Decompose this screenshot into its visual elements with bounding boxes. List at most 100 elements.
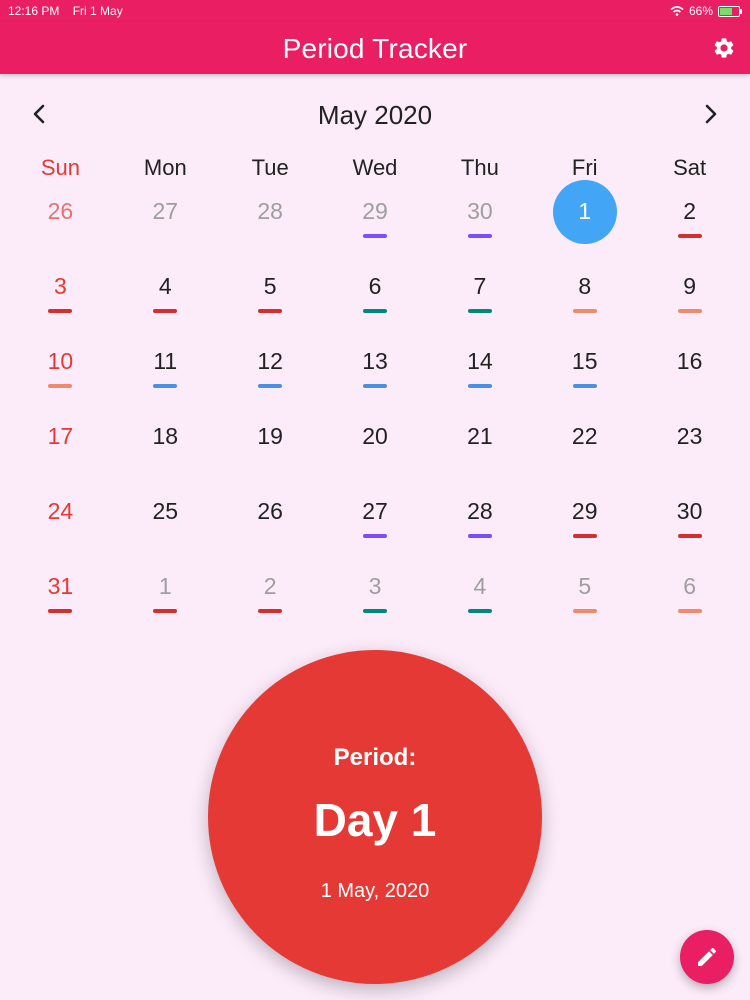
calendar-day[interactable]: 4	[427, 563, 532, 638]
day-number: 28	[257, 198, 283, 224]
calendar-week: 10 11 12 13 14 15 16	[8, 338, 742, 413]
calendar-day[interactable]: 29	[323, 188, 428, 263]
calendar-day[interactable]: 2	[637, 188, 742, 263]
calendar-day[interactable]: 5	[532, 563, 637, 638]
day-marker-purple	[363, 234, 387, 238]
calendar-day[interactable]: 3	[323, 563, 428, 638]
calendar-day[interactable]: 31	[8, 563, 113, 638]
day-marker-orange	[572, 309, 597, 313]
day-marker-blue	[258, 384, 283, 388]
calendar-day[interactable]: 2	[218, 563, 323, 638]
calendar-day[interactable]: 13	[323, 338, 428, 413]
weekday-sat: Sat	[673, 155, 707, 180]
day-marker-blue	[153, 384, 178, 388]
calendar-day[interactable]: 25	[113, 488, 218, 563]
calendar-day[interactable]: 10	[8, 338, 113, 413]
calendar-day[interactable]: 28	[218, 188, 323, 263]
period-label: Period:	[333, 744, 417, 771]
calendar-day[interactable]: 14	[427, 338, 532, 413]
day-marker-purple	[467, 234, 492, 238]
calendar-day[interactable]: 28	[427, 488, 532, 563]
day-number: 29	[362, 198, 388, 224]
day-number: 17	[47, 423, 74, 449]
day-number: 4	[158, 273, 172, 299]
day-number: 3	[368, 573, 382, 599]
day-marker-red	[258, 309, 283, 313]
calendar-day[interactable]: 30	[637, 488, 742, 563]
month-header: May 2020	[0, 96, 750, 136]
day-number: 1	[578, 198, 592, 224]
calendar-day[interactable]: 23	[637, 413, 742, 488]
calendar-day[interactable]: 19	[218, 413, 323, 488]
calendar-day[interactable]: 21	[427, 413, 532, 488]
pencil-icon	[698, 947, 717, 966]
calendar-day[interactable]: 26	[8, 188, 113, 263]
day-number: 6	[368, 273, 382, 299]
day-number: 5	[578, 573, 592, 599]
calendar-day[interactable]: 20	[323, 413, 428, 488]
calendar-day[interactable]: 16	[637, 338, 742, 413]
day-number: 26	[47, 198, 74, 224]
calendar-day-selected[interactable]: 1	[532, 180, 637, 263]
calendar-day[interactable]: 18	[113, 413, 218, 488]
day-number: 30	[467, 198, 493, 224]
calendar-week: 24 25 26 27 28 29 30	[8, 488, 742, 563]
chevron-right-icon[interactable]	[698, 102, 722, 126]
calendar-day[interactable]: 29	[532, 488, 637, 563]
calendar-day[interactable]: 5	[218, 263, 323, 338]
calendar-day[interactable]: 30	[427, 188, 532, 263]
calendar-week: 31 1 2 3 4 5 6	[8, 563, 742, 638]
day-number: 29	[571, 498, 598, 524]
weekday-tue: Tue	[251, 155, 289, 180]
weekday-wed: Wed	[352, 155, 398, 180]
calendar-day[interactable]: 7	[427, 263, 532, 338]
day-marker-orange	[677, 609, 702, 613]
day-number: 1	[158, 573, 172, 599]
day-number: 18	[152, 423, 179, 449]
day-marker-purple	[467, 534, 492, 538]
calendar-day[interactable]: 8	[532, 263, 637, 338]
period-status-circle: Period: Day 1 1 May, 2020	[208, 650, 542, 984]
day-number: 16	[676, 348, 703, 374]
calendar-day[interactable]: 26	[218, 488, 323, 563]
day-number: 7	[473, 273, 487, 299]
day-marker-green	[363, 609, 387, 613]
day-marker-purple	[363, 534, 387, 538]
calendar-day[interactable]: 9	[637, 263, 742, 338]
status-time: 12:16 PM	[8, 4, 60, 18]
day-number: 28	[467, 498, 493, 524]
calendar-day[interactable]: 27	[323, 488, 428, 563]
day-number: 27	[362, 498, 388, 524]
calendar-day[interactable]: 22	[532, 413, 637, 488]
day-marker-orange	[48, 384, 73, 388]
calendar-day[interactable]: 4	[113, 263, 218, 338]
day-marker-blue	[363, 384, 387, 388]
calendar-day[interactable]: 15	[532, 338, 637, 413]
calendar-day[interactable]: 24	[8, 488, 113, 563]
day-number: 8	[578, 273, 592, 299]
day-marker-blue	[467, 384, 492, 388]
calendar-day[interactable]: 1	[113, 563, 218, 638]
day-marker-blue	[572, 384, 597, 388]
day-marker-red	[677, 534, 702, 538]
status-right: 66%	[670, 4, 742, 18]
app-title: Period Tracker	[282, 33, 468, 64]
calendar-day[interactable]: 27	[113, 188, 218, 263]
calendar-day[interactable]: 6	[637, 563, 742, 638]
day-number: 26	[257, 498, 283, 524]
edit-button[interactable]	[680, 930, 734, 984]
status-left: 12:16 PM Fri 1 May	[8, 4, 123, 18]
battery-icon	[718, 5, 742, 17]
gear-icon[interactable]	[712, 36, 736, 60]
day-number: 3	[54, 273, 67, 299]
day-number: 14	[467, 348, 493, 374]
calendar-day[interactable]: 3	[8, 263, 113, 338]
status-date: Fri 1 May	[72, 4, 123, 18]
day-marker-green	[467, 609, 492, 613]
calendar-day[interactable]: 11	[113, 338, 218, 413]
calendar-day[interactable]: 17	[8, 413, 113, 488]
calendar-day[interactable]: 6	[323, 263, 428, 338]
day-number: 2	[263, 573, 277, 599]
app-bar: Period Tracker	[0, 22, 750, 74]
calendar-day[interactable]: 12	[218, 338, 323, 413]
